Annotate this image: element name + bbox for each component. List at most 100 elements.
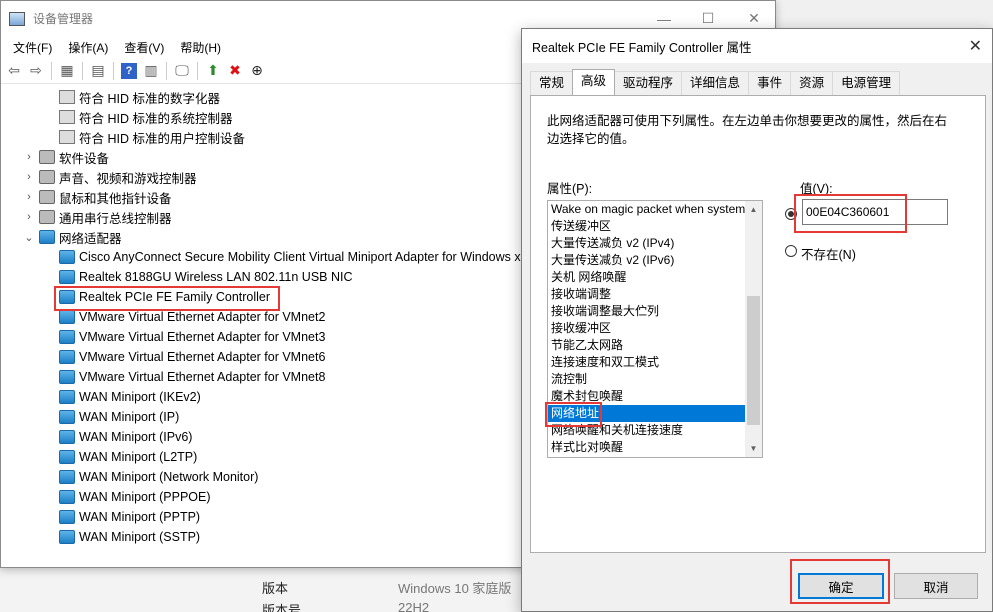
- menu-action[interactable]: 操作(A): [60, 39, 116, 56]
- dialog-close-button[interactable]: ✕: [969, 36, 982, 56]
- property-list-item[interactable]: 接收端调整最大伫列: [548, 303, 747, 320]
- network-adapter-icon: [59, 250, 75, 264]
- dialog-titlebar[interactable]: Realtek PCIe FE Family Controller 属性 ✕: [522, 29, 992, 63]
- tree-item-label: 声音、视频和游戏控制器: [59, 171, 197, 186]
- toolbar-separator: [166, 61, 167, 80]
- property-list-item[interactable]: 关机 网络唤醒: [548, 269, 747, 286]
- update-driver-icon[interactable]: ⬆: [202, 60, 224, 82]
- advanced-description: 此网络适配器可使用下列属性。在左边单击你想要更改的属性，然后在右边选择它的值。: [547, 114, 948, 146]
- toolbar-separator: [113, 61, 114, 80]
- tree-item-label: 鼠标和其他指针设备: [59, 191, 172, 206]
- network-adapter-icon: [59, 450, 75, 464]
- property-list-item[interactable]: 大量传送减负 v2 (IPv4): [548, 235, 747, 252]
- chevron-right-icon[interactable]: ›: [23, 211, 35, 223]
- property-list-item[interactable]: 样式比对唤醒: [548, 439, 747, 456]
- tree-item-label: Realtek 8188GU Wireless LAN 802.11n USB …: [79, 270, 353, 284]
- properties-dialog: Realtek PCIe FE Family Controller 属性 ✕ 常…: [521, 28, 993, 612]
- property-list-item[interactable]: 传送缓冲区: [548, 218, 747, 235]
- annotation-highlight-device: [54, 286, 280, 311]
- os-edition-label: 版本: [262, 581, 289, 596]
- tree-item-label: WAN Miniport (IKEv2): [79, 390, 201, 404]
- property-label: 属性(P):: [547, 182, 593, 196]
- uninstall-device-icon[interactable]: ✖: [224, 60, 246, 82]
- tree-item-label: 软件设备: [59, 151, 110, 166]
- network-adapter-icon: [59, 310, 75, 324]
- tab-resources[interactable]: 资源: [790, 71, 834, 95]
- tree-item-label: 符合 HID 标准的用户控制设备: [79, 131, 245, 146]
- tree-item-label: 符合 HID 标准的系统控制器: [79, 111, 233, 126]
- chevron-right-icon[interactable]: ›: [23, 151, 35, 163]
- tree-item-label: WAN Miniport (PPTP): [79, 510, 201, 524]
- network-adapter-icon: [39, 230, 55, 244]
- tree-item-label: WAN Miniport (IP): [79, 410, 180, 424]
- tab-events[interactable]: 事件: [748, 71, 792, 95]
- network-adapter-icon: [59, 470, 75, 484]
- tree-item-label: 网络适配器: [59, 231, 122, 246]
- forward-arrow-icon[interactable]: ⇨: [25, 60, 47, 82]
- scroll-down-arrow-icon[interactable]: ▼: [745, 440, 762, 457]
- advanced-tab-panel: 此网络适配器可使用下列属性。在左边单击你想要更改的属性，然后在右边选择它的值。 …: [530, 95, 986, 553]
- tree-item-label: VMware Virtual Ethernet Adapter for VMne…: [79, 330, 326, 344]
- tree-item-label: VMware Virtual Ethernet Adapter for VMne…: [79, 350, 326, 364]
- property-list-item[interactable]: Wake on magic packet when system: [548, 201, 747, 218]
- tab-details[interactable]: 详细信息: [681, 71, 750, 95]
- device-manager-icon: [9, 11, 25, 26]
- tree-item-label: WAN Miniport (L2TP): [79, 450, 198, 464]
- network-adapter-icon: [59, 510, 75, 524]
- device-manager-title: 设备管理器: [33, 12, 94, 26]
- chevron-right-icon[interactable]: ›: [23, 191, 35, 203]
- annotation-highlight-property: [545, 402, 602, 427]
- toolbar-separator: [82, 61, 83, 80]
- mouse-icon: [39, 190, 55, 204]
- disable-device-icon[interactable]: ⊕: [246, 60, 268, 82]
- property-list-item[interactable]: 接收缓冲区: [548, 320, 747, 337]
- toolbar-separator: [51, 61, 52, 80]
- usb-icon: [39, 210, 55, 224]
- scroll-up-arrow-icon[interactable]: ▲: [745, 201, 762, 218]
- menu-help[interactable]: 帮助(H): [172, 39, 229, 56]
- not-present-radio[interactable]: [785, 245, 797, 257]
- os-edition-value: Windows 10 家庭版: [398, 581, 512, 596]
- tree-item-label: VMware Virtual Ethernet Adapter for VMne…: [79, 310, 326, 324]
- tree-item-label: 符合 HID 标准的数字化器: [79, 91, 220, 106]
- property-list-item[interactable]: 接收端调整: [548, 286, 747, 303]
- properties-icon[interactable]: ▤: [87, 60, 109, 82]
- menu-file[interactable]: 文件(F): [5, 39, 60, 56]
- tree-item-label: Cisco AnyConnect Secure Mobility Client …: [79, 250, 535, 264]
- property-list-scrollbar[interactable]: ▲ ▼: [745, 201, 762, 457]
- network-adapter-icon: [59, 410, 75, 424]
- scrollbar-thumb[interactable]: [747, 296, 760, 425]
- help-icon[interactable]: ?: [121, 62, 137, 79]
- property-list-item[interactable]: 流控制: [548, 371, 747, 388]
- tree-item-label: WAN Miniport (SSTP): [79, 530, 201, 544]
- scan-hardware-icon[interactable]: 🖵: [171, 60, 193, 82]
- cancel-button[interactable]: 取消: [894, 573, 978, 599]
- menu-view[interactable]: 查看(V): [116, 39, 172, 56]
- not-present-label: 不存在(N): [801, 248, 856, 262]
- os-version-label: 版本号: [262, 603, 302, 612]
- chevron-right-icon[interactable]: ›: [23, 171, 35, 183]
- property-list-item[interactable]: 连接速度和双工模式: [548, 354, 747, 371]
- tree-item-label: VMware Virtual Ethernet Adapter for VMne…: [79, 370, 326, 384]
- tab-general[interactable]: 常规: [530, 71, 574, 95]
- chevron-down-icon[interactable]: ⌄: [23, 231, 35, 244]
- speaker-icon: [39, 170, 55, 184]
- network-adapter-icon: [59, 490, 75, 504]
- os-version-value: 22H2: [398, 600, 430, 612]
- back-arrow-icon[interactable]: ⇦: [3, 60, 25, 82]
- hid-device-icon: [59, 130, 75, 144]
- network-adapter-icon: [59, 430, 75, 444]
- property-list-item[interactable]: 节能乙太网路: [548, 337, 747, 354]
- tab-driver[interactable]: 驱动程序: [614, 71, 683, 95]
- toolbar-separator: [197, 61, 198, 80]
- action-pane-icon[interactable]: ▥: [140, 60, 162, 82]
- show-hide-console-tree-icon[interactable]: ▦: [56, 60, 78, 82]
- annotation-highlight-value: [794, 194, 907, 233]
- hid-device-icon: [59, 110, 75, 124]
- property-list-item[interactable]: 大量传送减负 v2 (IPv6): [548, 252, 747, 269]
- tree-item-label: WAN Miniport (IPv6): [79, 430, 193, 444]
- dialog-tabs: 常规 高级 驱动程序 详细信息 事件 资源 电源管理: [530, 69, 901, 95]
- tab-power-management[interactable]: 电源管理: [832, 71, 901, 95]
- tab-advanced[interactable]: 高级: [572, 69, 616, 95]
- network-adapter-icon: [59, 390, 75, 404]
